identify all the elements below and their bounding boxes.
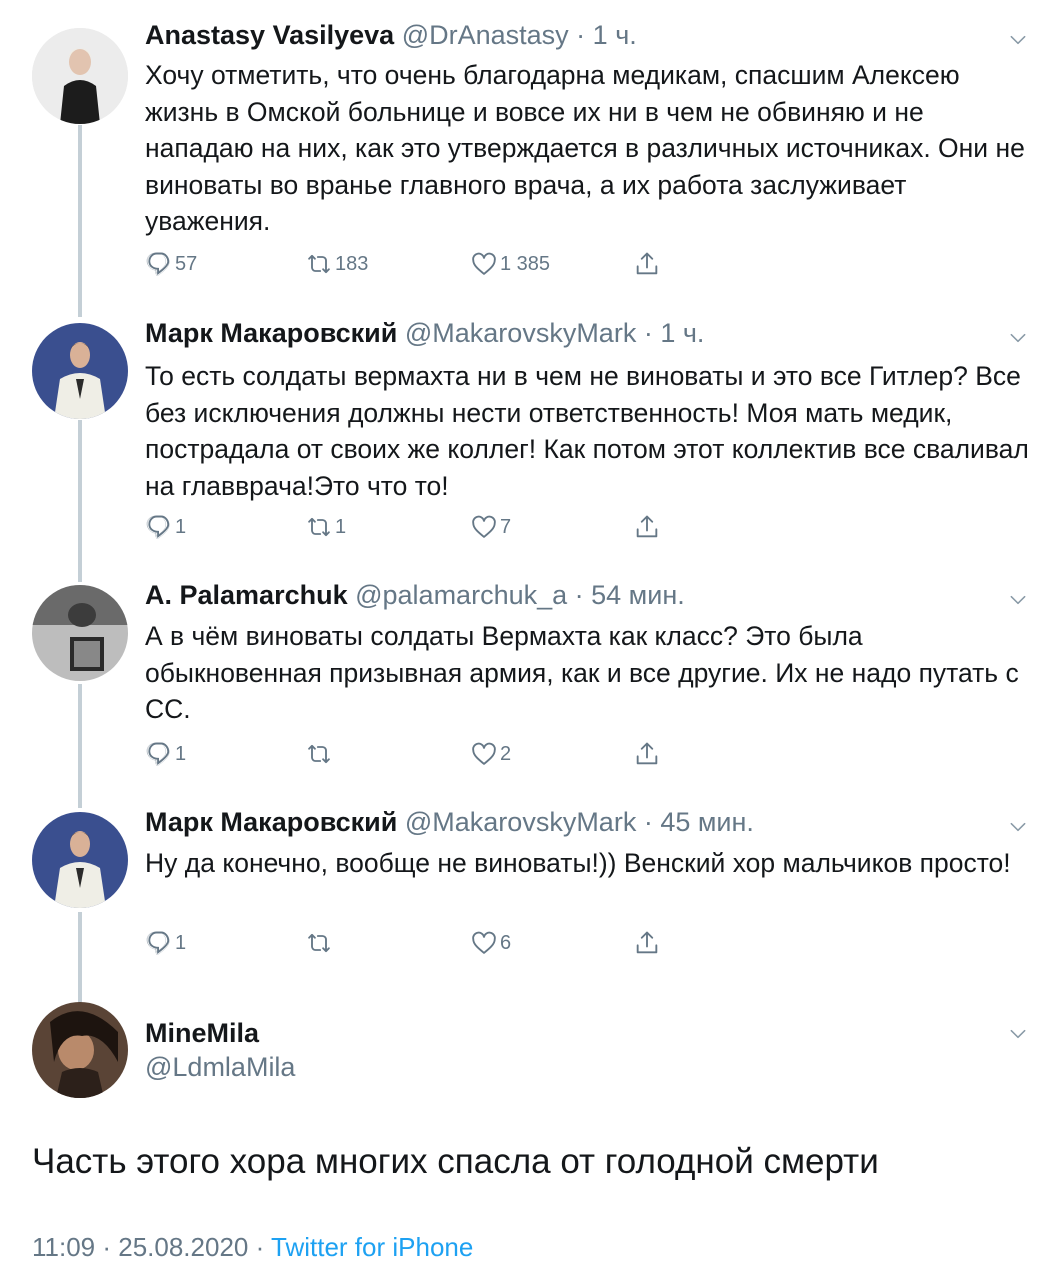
timestamp[interactable]: 45 мин. [660, 807, 754, 837]
timestamp: 11:09 · 25.08.2020 · [32, 1232, 272, 1262]
reply-button[interactable]: 1 [145, 513, 186, 541]
timestamp[interactable]: 1 ч. [593, 20, 637, 50]
timestamp[interactable]: 54 мин. [591, 580, 685, 610]
like-count: 2 [500, 742, 512, 765]
separator: · [568, 20, 593, 50]
reply-icon [145, 513, 173, 541]
share-icon [633, 929, 661, 957]
tweet-text: А в чём виноваты солдаты Вермахта как кл… [145, 621, 1019, 724]
reply-button[interactable]: 1 [145, 740, 186, 768]
retweet-icon [305, 929, 333, 957]
avatar[interactable] [32, 1002, 128, 1098]
reply-count: 57 [175, 252, 198, 275]
timestamp[interactable]: 1 ч. [660, 318, 704, 348]
tweet-header: Марк Макаровский @MakarovskyMark · 1 ч. [145, 318, 704, 349]
tweet-header: Марк Макаровский @MakarovskyMark · 45 ми… [145, 807, 754, 838]
tweet-header: Anastasy Vasilyeva @DrAnastasy · 1 ч. [145, 20, 637, 51]
author-handle[interactable]: @palamarchuk_a [355, 580, 567, 610]
share-button[interactable] [633, 513, 663, 541]
like-button[interactable]: 1 385 [470, 250, 550, 278]
author-name[interactable]: Марк Макаровский [145, 807, 397, 837]
like-count: 7 [500, 515, 512, 538]
avatar[interactable] [32, 28, 128, 124]
action-bar: 1 2 [145, 740, 685, 770]
author-name[interactable]: MineMila [145, 1018, 259, 1049]
source-link[interactable]: Twitter for iPhone [271, 1232, 473, 1262]
tweet-header: A. Palamarchuk @palamarchuk_a · 54 мин. [145, 580, 685, 611]
share-button[interactable] [633, 250, 663, 278]
retweet-button[interactable]: 1 [305, 513, 346, 541]
like-icon [470, 250, 498, 278]
reply-count: 1 [175, 515, 187, 538]
chevron-down-icon[interactable] [1008, 328, 1028, 348]
retweet-icon [305, 740, 333, 768]
like-button[interactable]: 7 [470, 513, 511, 541]
avatar[interactable] [32, 585, 128, 681]
retweet-icon [305, 513, 333, 541]
avatar[interactable] [32, 323, 128, 419]
author-handle[interactable]: @MakarovskyMark [405, 318, 636, 348]
action-bar: 1 6 [145, 929, 685, 959]
chevron-down-icon[interactable] [1008, 817, 1028, 837]
reply-count: 1 [175, 742, 187, 765]
tweet[interactable]: Anastasy Vasilyeva @DrAnastasy · 1 ч. Хо… [0, 20, 1054, 300]
author-handle[interactable]: @LdmlaMila [145, 1052, 295, 1083]
share-icon [633, 513, 661, 541]
author-handle[interactable]: @DrAnastasy [402, 20, 569, 50]
like-icon [470, 513, 498, 541]
retweet-button[interactable] [305, 929, 335, 957]
author-handle[interactable]: @MakarovskyMark [405, 807, 636, 837]
reply-button[interactable]: 1 [145, 929, 186, 957]
author-name[interactable]: A. Palamarchuk [145, 580, 348, 610]
like-icon [470, 929, 498, 957]
retweet-count: 183 [335, 252, 369, 275]
reply-count: 1 [175, 931, 187, 954]
tweet-text: Часть этого хора многих спасла от голодн… [32, 1142, 879, 1181]
action-bar: 1 1 7 [145, 513, 685, 543]
avatar[interactable] [32, 812, 128, 908]
retweet-button[interactable] [305, 740, 335, 768]
share-button[interactable] [633, 740, 663, 768]
focused-tweet: MineMila @LdmlaMila Часть этого хора мно… [0, 1000, 1054, 1270]
like-icon [470, 740, 498, 768]
chevron-down-icon[interactable] [1008, 1024, 1028, 1044]
separator: · [567, 580, 592, 610]
tweet[interactable]: A. Palamarchuk @palamarchuk_a · 54 мин. … [0, 580, 1054, 790]
separator: · [636, 318, 661, 348]
share-button[interactable] [633, 929, 663, 957]
tweet[interactable]: Марк Макаровский @MakarovskyMark · 1 ч. … [0, 318, 1054, 568]
retweet-icon [305, 250, 333, 278]
tweet-text: Хочу отметить, что очень благодарна меди… [145, 60, 1025, 236]
retweet-button[interactable]: 183 [305, 250, 368, 278]
reply-icon [145, 929, 173, 957]
reply-icon [145, 740, 173, 768]
share-icon [633, 250, 661, 278]
reply-button[interactable]: 57 [145, 250, 197, 278]
tweet-meta: 11:09 · 25.08.2020 · Twitter for iPhone [32, 1232, 473, 1263]
tweet[interactable]: Марк Макаровский @MakarovskyMark · 45 ми… [0, 807, 1054, 977]
share-icon [633, 740, 661, 768]
action-bar: 57 183 1 385 [145, 250, 685, 280]
retweet-count: 1 [335, 515, 347, 538]
chevron-down-icon[interactable] [1008, 30, 1028, 50]
like-button[interactable]: 6 [470, 929, 511, 957]
like-count: 1 385 [500, 252, 551, 275]
tweet-text: Ну да конечно, вообще не виноваты!)) Вен… [145, 848, 1011, 878]
chevron-down-icon[interactable] [1008, 590, 1028, 610]
like-button[interactable]: 2 [470, 740, 511, 768]
like-count: 6 [500, 931, 512, 954]
author-name[interactable]: Anastasy Vasilyeva [145, 20, 394, 50]
separator: · [636, 807, 661, 837]
author-name[interactable]: Марк Макаровский [145, 318, 397, 348]
reply-icon [145, 250, 173, 278]
tweet-text: То есть солдаты вермахта ни в чем не вин… [145, 361, 1029, 501]
